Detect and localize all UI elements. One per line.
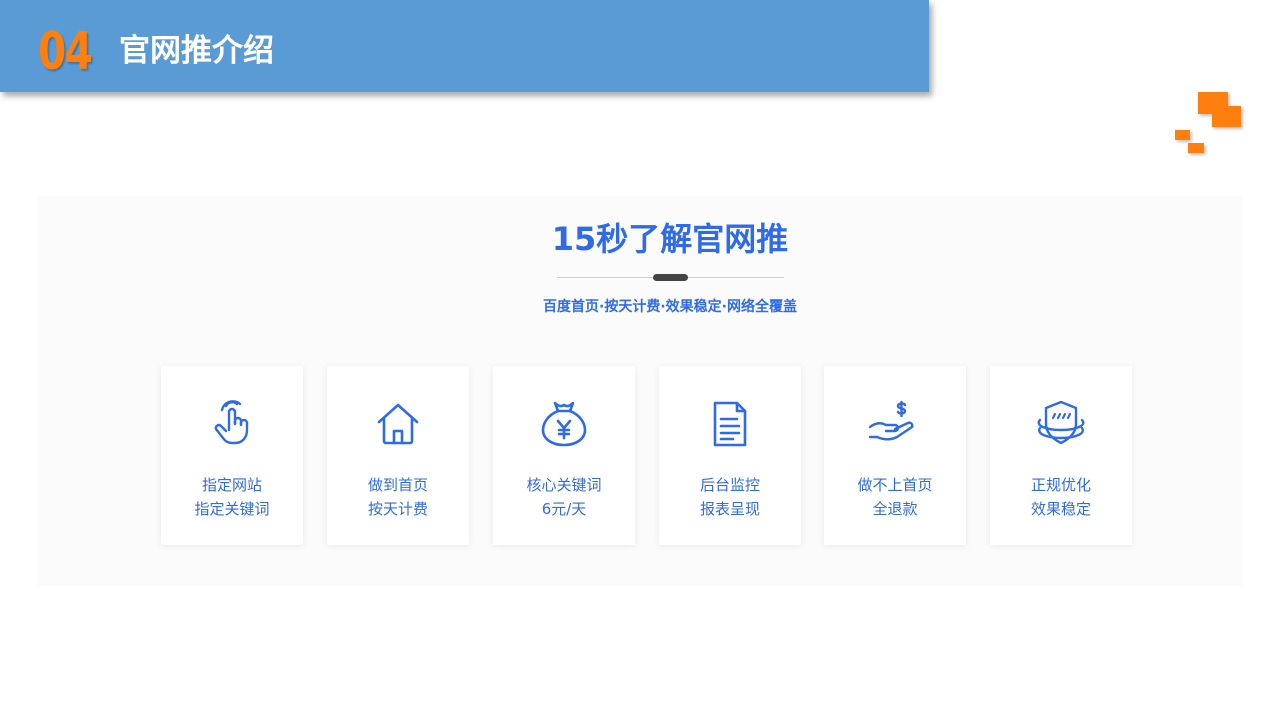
- panel-subtitle: 百度首页·按天计费·效果稳定·网络全覆盖: [543, 299, 797, 315]
- panel-heading: 15秒了解官网推: [551, 220, 789, 258]
- section-number: 04: [38, 22, 93, 82]
- hand-dollar-icon: [865, 394, 925, 454]
- decor-square-small: [1175, 130, 1190, 140]
- money-bag-icon: [534, 394, 594, 454]
- feature-card-refund: 做不上首页 全退款: [824, 366, 966, 545]
- feature-desc: 效果稳定: [1030, 500, 1091, 518]
- decor-square-small-2: [1188, 143, 1204, 153]
- feature-title: 后台监控: [699, 476, 760, 494]
- feature-title: 做不上首页: [857, 476, 933, 494]
- feature-title: 正规优化: [1030, 476, 1091, 494]
- feature-card-shield: 正规优化 效果稳定: [990, 366, 1132, 545]
- section-title: 官网推介绍: [119, 33, 274, 69]
- feature-title: 核心关键词: [526, 476, 602, 494]
- feature-card-home: 做到首页 按天计费: [327, 366, 469, 545]
- feature-card-document: 后台监控 报表呈现: [659, 366, 801, 545]
- feature-desc: 全退款: [872, 500, 918, 518]
- shield-icon: [1031, 394, 1091, 454]
- feature-desc: 按天计费: [367, 500, 428, 518]
- home-icon: [368, 394, 428, 454]
- feature-desc: 6元/天: [541, 500, 587, 518]
- decor-square-large-2: [1212, 106, 1241, 127]
- document-icon: [700, 394, 760, 454]
- feature-card-money: 核心关键词 6元/天: [493, 366, 635, 545]
- feature-desc: 指定关键词: [194, 500, 270, 518]
- feature-card-pointer: 指定网站 指定关键词: [161, 366, 303, 545]
- title-bar: 04 官网推介绍: [0, 0, 929, 92]
- feature-desc: 报表呈现: [699, 500, 760, 518]
- feature-title: 做到首页: [367, 476, 428, 494]
- pointer-hand-icon: [202, 394, 262, 454]
- feature-title: 指定网站: [201, 476, 262, 494]
- heading-divider-pill: [653, 274, 688, 281]
